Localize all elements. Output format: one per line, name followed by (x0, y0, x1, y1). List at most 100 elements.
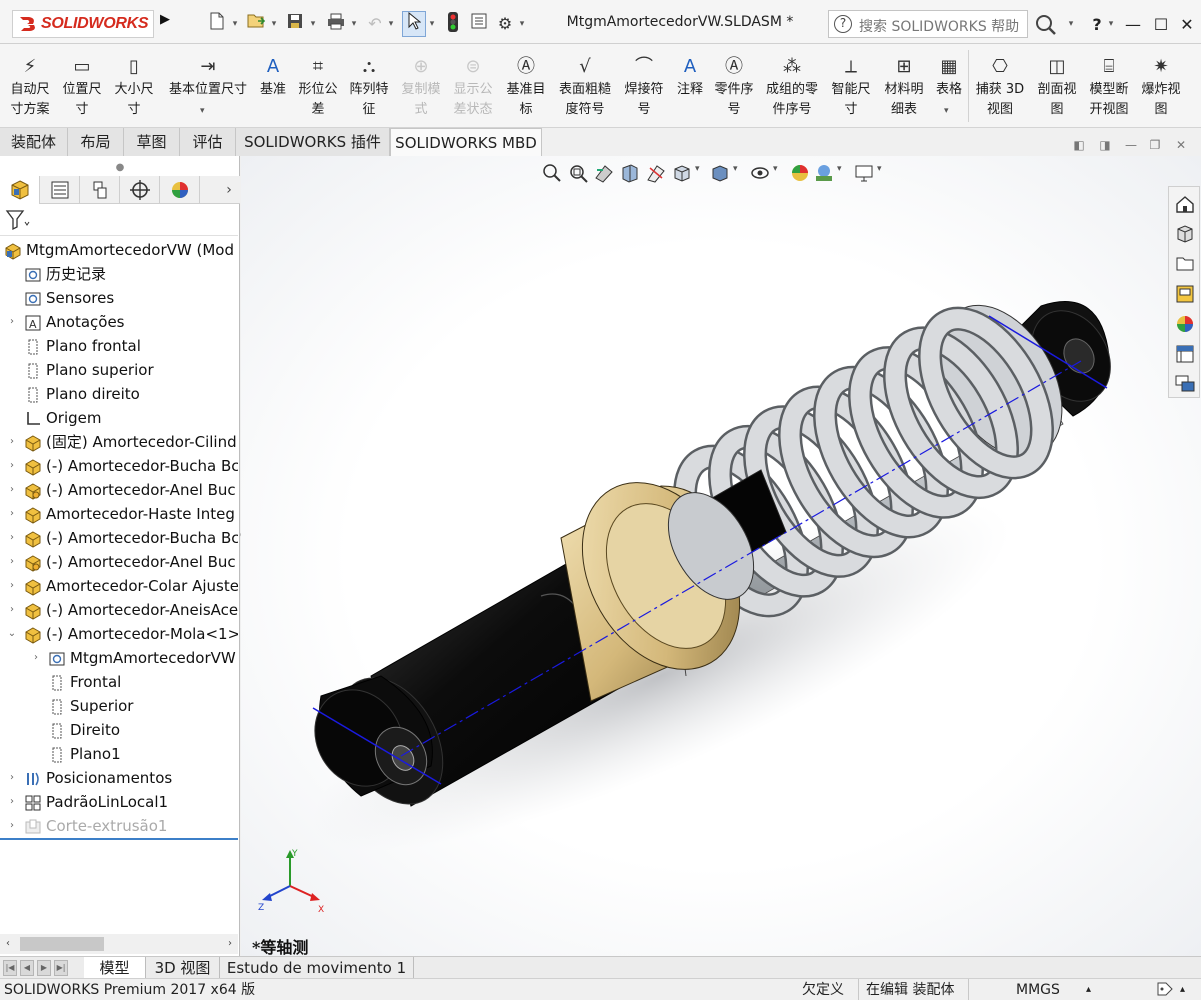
solidworks-logo[interactable]: SOLIDWORKS (12, 10, 154, 38)
filter-icon[interactable] (4, 208, 34, 232)
propertymanager-tab-icon[interactable] (40, 176, 80, 204)
ribbon-button-3[interactable]: ⇥ 基本位置尺寸 (162, 46, 254, 124)
zoom-to-fit-icon[interactable] (541, 162, 563, 184)
view-settings-caret-icon[interactable]: ▾ (877, 164, 882, 174)
tree-item[interactable]: Plano frontal (0, 334, 238, 358)
ribbon-button-1[interactable]: ▭ 位置尺 寸 (58, 46, 106, 124)
tile-right-icon[interactable]: ◨ (1096, 136, 1114, 154)
tab-3d-views[interactable]: 3D 视图 (146, 957, 220, 979)
help-search-input[interactable]: 搜索 SOLIDWORKS 帮助 (859, 16, 1019, 36)
tree-item[interactable]: Plano superior (0, 358, 238, 382)
tree-item[interactable]: › (-) Amortecedor-AneisAce (0, 598, 238, 622)
edit-appearance-icon[interactable] (789, 162, 811, 184)
panel-collapse-handle-icon[interactable]: ● (112, 162, 128, 173)
appearances-scenes-icon[interactable] (1174, 313, 1196, 335)
status-tag-icon[interactable] (1156, 981, 1174, 1000)
tree-expander-icon[interactable]: › (6, 454, 18, 478)
scene-caret-icon[interactable]: ▾ (837, 164, 842, 174)
save-caret-icon[interactable]: ▾ (308, 12, 318, 36)
ribbon-button-15[interactable]: ⟂ 智能尺 寸 (826, 46, 876, 124)
tree-expander-icon[interactable]: › (6, 598, 18, 622)
tree-expander-icon[interactable]: › (6, 310, 18, 334)
design-library-icon[interactable] (1174, 223, 1196, 245)
tab-solidworks-mbd[interactable]: SOLIDWORKS MBD (390, 128, 542, 157)
ribbon-button-20[interactable]: ⌸ 模型断 开视图 (1084, 46, 1134, 124)
tree-item[interactable]: › (固定) Amortecedor-Cilind (0, 430, 238, 454)
tree-expander-icon[interactable]: › (6, 430, 18, 454)
maximize-icon[interactable]: ☐ (1148, 12, 1174, 38)
tree-item[interactable]: › Posicionamentos (0, 766, 238, 790)
hide-show-caret-icon[interactable]: ▾ (773, 164, 778, 174)
tree-expander-icon[interactable]: › (6, 766, 18, 790)
tree-item[interactable]: › (-) Amortecedor-Anel Buc (0, 550, 238, 574)
tree-expander-icon[interactable]: › (6, 502, 18, 526)
first-tab-icon[interactable]: |◀ (3, 960, 17, 976)
undo-caret-icon[interactable]: ▾ (386, 12, 396, 36)
solidworks-resources-home-icon[interactable] (1174, 193, 1196, 215)
close-icon[interactable]: ✕ (1174, 12, 1200, 38)
new-caret-icon[interactable]: ▾ (230, 12, 240, 36)
tree-item[interactable]: ⌄ (-) Amortecedor-Mola<1> (0, 622, 238, 646)
tree-expander-icon[interactable]: › (6, 478, 18, 502)
ribbon-button-5[interactable]: ⌗ 形位公 差 (294, 46, 342, 124)
rebuild-traffic-light-icon[interactable] (444, 12, 462, 36)
open-icon[interactable] (244, 12, 268, 36)
next-tab-icon[interactable]: ▶ (37, 960, 51, 976)
new-document-icon[interactable] (206, 12, 228, 36)
ribbon-button-17[interactable]: ▦ 表格 (932, 46, 966, 124)
custom-properties-icon[interactable] (1174, 343, 1196, 365)
menu-expand-icon[interactable]: ▶ (160, 12, 176, 36)
tree-expander-icon[interactable]: › (6, 814, 18, 838)
select-caret-icon[interactable]: ▾ (427, 12, 437, 36)
featuremanager-tab-icon[interactable] (0, 176, 40, 204)
ribbon-button-12[interactable]: A 注释 (672, 46, 708, 124)
rollback-bar[interactable] (0, 838, 238, 840)
ribbon-button-2[interactable]: ▯ 大小尺 寸 (108, 46, 160, 124)
scroll-right-icon[interactable]: › (222, 934, 238, 954)
ribbon-button-14[interactable]: ⁂ 成组的零 件序号 (760, 46, 824, 124)
ribbon-button-10[interactable]: √ 表面粗糙 度符号 (554, 46, 616, 124)
tree-item[interactable]: › Amortecedor-Haste Integ (0, 502, 238, 526)
scroll-thumb[interactable] (20, 937, 104, 951)
ribbon-button-16[interactable]: ⊞ 材料明 细表 (878, 46, 930, 124)
ribbon-button-8[interactable]: ⊜ 显示公 差状态 (448, 46, 498, 124)
tree-item[interactable]: › (-) Amortecedor-Anel Buc (0, 478, 238, 502)
viewport-minimize-icon[interactable]: — (1122, 136, 1140, 154)
view-orientation-icon[interactable] (671, 162, 693, 184)
tree-item[interactable]: Superior (0, 694, 238, 718)
tree-item[interactable]: Direito (0, 718, 238, 742)
view-orientation-caret-icon[interactable]: ▾ (695, 164, 700, 174)
unit-system[interactable]: MMGS (1016, 979, 1060, 1000)
graphics-viewport[interactable]: ▾ ▾ ▾ ▾ ▾ ⊏ (241, 156, 1201, 956)
tab-model[interactable]: 模型 (84, 957, 146, 979)
ribbon-button-9[interactable]: Ⓐ 基准目 标 (500, 46, 552, 124)
search-icon[interactable] (1032, 12, 1062, 38)
print-caret-icon[interactable]: ▾ (349, 12, 359, 36)
tree-expander-icon[interactable]: › (30, 646, 42, 670)
tree-horizontal-scrollbar[interactable]: ‹ › (0, 934, 238, 954)
tab-layout[interactable]: 布局 (68, 128, 124, 156)
tree-item[interactable]: › PadrãoLinLocal1 (0, 790, 238, 814)
apply-scene-icon[interactable] (813, 162, 835, 184)
status-caret-icon[interactable]: ▴ (1180, 979, 1185, 1000)
units-caret-icon[interactable]: ▴ (1086, 979, 1091, 1000)
help-search-box[interactable]: ? 搜索 SOLIDWORKS 帮助 (828, 10, 1028, 38)
view-settings-icon[interactable] (853, 162, 875, 184)
options-gear-icon[interactable]: ⚙ (494, 12, 516, 36)
tab-evaluate[interactable]: 评估 (180, 128, 236, 156)
ribbon-button-21[interactable]: ✷ 爆炸视 图 (1136, 46, 1186, 124)
ribbon-button-6[interactable]: ⛬ 阵列特 征 (344, 46, 394, 124)
tree-item[interactable]: MtgmAmortecedorVW (Mod (0, 238, 238, 262)
select-icon[interactable] (402, 11, 426, 37)
tree-item[interactable]: Sensores (0, 286, 238, 310)
options-caret-icon[interactable]: ▾ (517, 12, 527, 36)
ribbon-button-18[interactable]: ⎔ 捕获 3D 视图 (970, 46, 1030, 124)
tabs-scroll-right-icon[interactable]: › (220, 176, 238, 204)
ribbon-button-0[interactable]: ⚡ 自动尺 寸方案 (4, 46, 56, 124)
minimize-icon[interactable]: — (1120, 12, 1146, 38)
solidworks-forum-icon[interactable] (1174, 373, 1196, 395)
shock-absorber-model[interactable] (241, 156, 1201, 956)
basic-location-caret-icon[interactable]: ▾ (200, 106, 205, 116)
view-palette-icon[interactable] (1174, 283, 1196, 305)
tree-expander-icon[interactable]: › (6, 550, 18, 574)
